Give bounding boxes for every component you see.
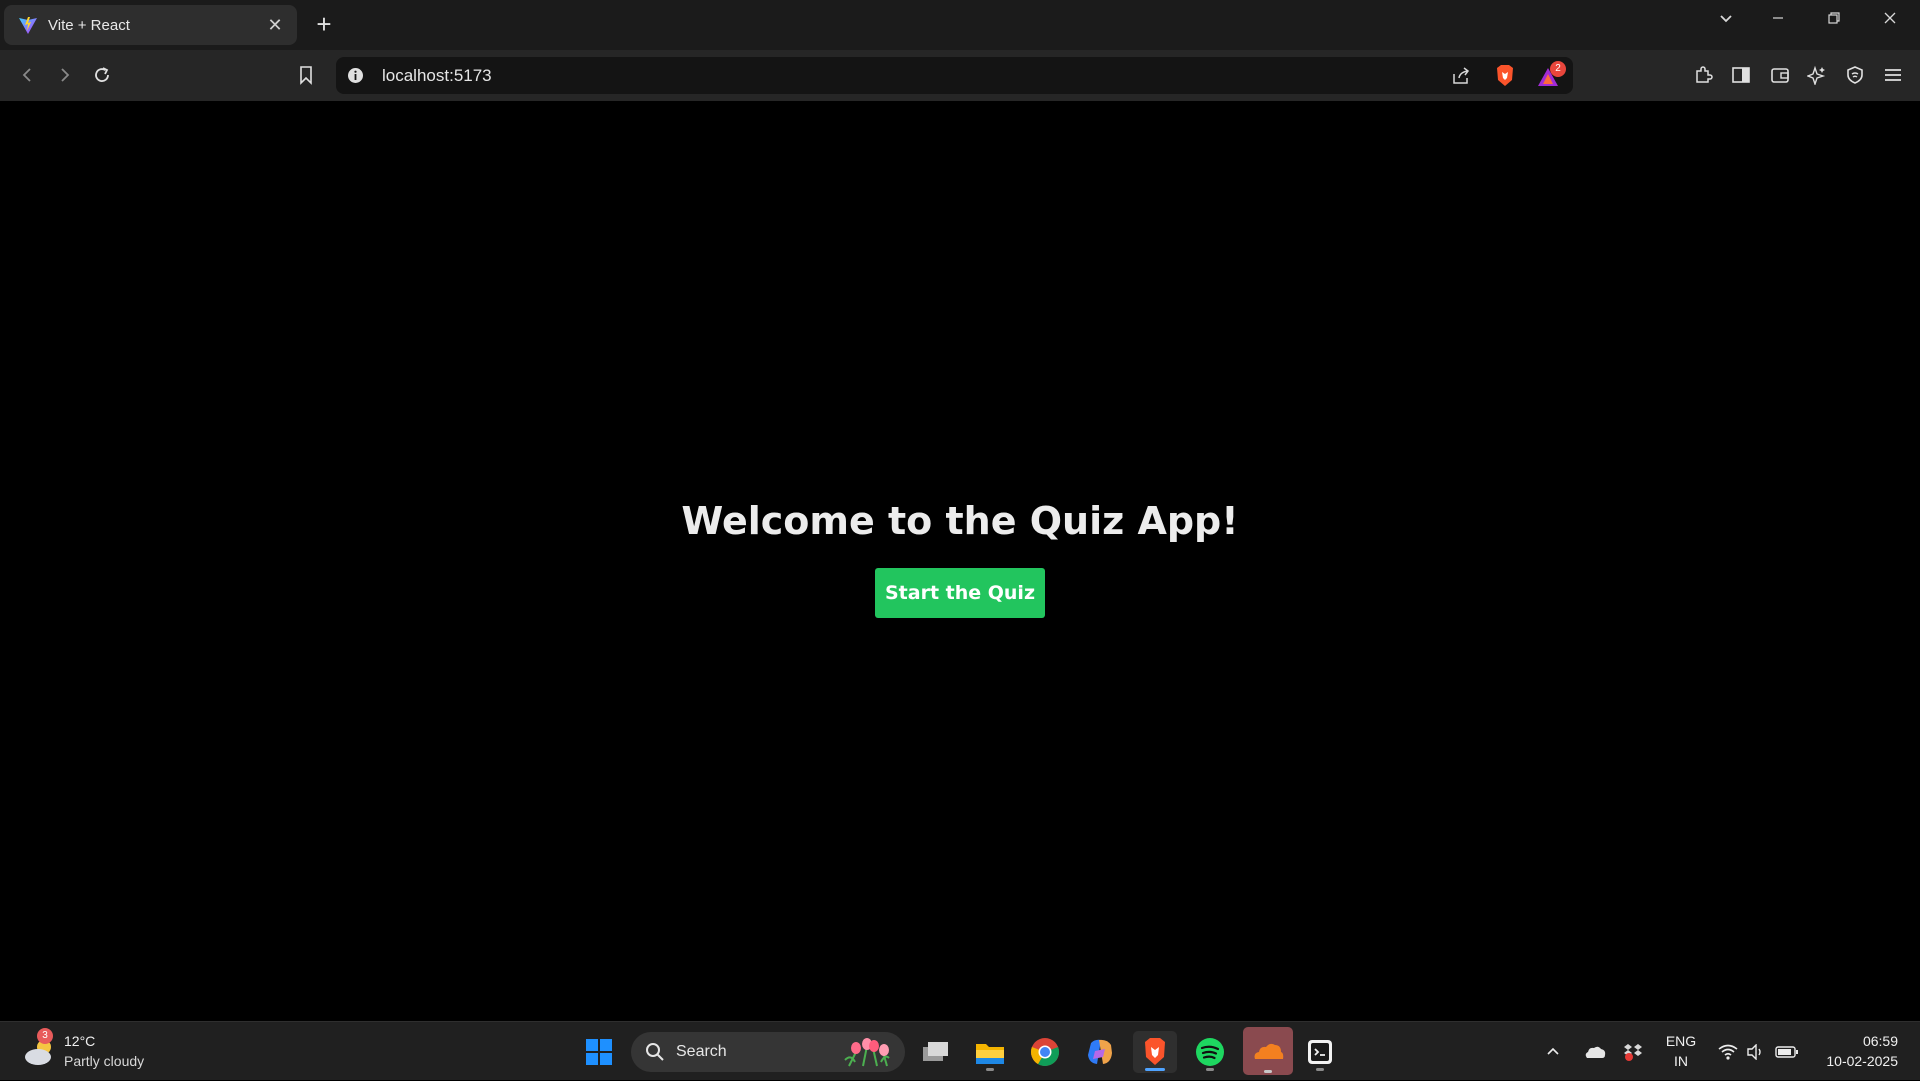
brave-browser-icon[interactable] xyxy=(1133,1031,1177,1073)
browser-toolbar: localhost:5173 2 xyxy=(0,50,1920,101)
browser-tab-active[interactable]: Vite + React ✕ xyxy=(4,5,297,45)
windows-taskbar: 3 12°C Partly cloudy Search ENG IN 06:59… xyxy=(0,1021,1920,1080)
tab-search-chevron-icon[interactable] xyxy=(1706,10,1746,40)
page-viewport: Welcome to the Quiz App! Start the Quiz xyxy=(0,101,1920,1021)
extensions-icon[interactable] xyxy=(1690,62,1716,88)
bookmark-icon[interactable] xyxy=(293,62,319,88)
start-quiz-button[interactable]: Start the Quiz xyxy=(875,568,1045,618)
taskbar-search-box[interactable]: Search xyxy=(631,1032,905,1072)
site-info-icon[interactable] xyxy=(347,67,364,89)
tab-strip: Vite + React ✕ + xyxy=(0,0,1920,50)
volume-icon[interactable] xyxy=(1744,1022,1768,1081)
share-icon[interactable] xyxy=(1450,65,1472,92)
page-heading: Welcome to the Quiz App! xyxy=(681,499,1239,543)
brave-shields-icon[interactable] xyxy=(1494,64,1516,93)
restore-button[interactable] xyxy=(1814,10,1854,40)
minimize-button[interactable] xyxy=(1758,10,1798,40)
close-window-button[interactable] xyxy=(1870,10,1910,40)
sidebar-icon[interactable] xyxy=(1728,62,1754,88)
dropbox-icon[interactable] xyxy=(1621,1022,1645,1081)
language-region: IN xyxy=(1674,1053,1688,1069)
cloudflare-warp-icon[interactable] xyxy=(1243,1027,1293,1075)
onedrive-icon[interactable] xyxy=(1583,1022,1607,1081)
leo-ai-icon[interactable] xyxy=(1804,62,1830,88)
file-explorer-icon[interactable] xyxy=(968,1031,1012,1073)
clock-time: 06:59 xyxy=(1862,1033,1898,1049)
tulips-icon xyxy=(844,1038,890,1067)
back-icon[interactable] xyxy=(14,62,40,88)
reload-icon[interactable] xyxy=(89,62,115,88)
tab-title: Vite + React xyxy=(48,16,130,34)
battery-icon[interactable] xyxy=(1774,1022,1800,1081)
spotify-icon[interactable] xyxy=(1188,1031,1232,1073)
search-icon xyxy=(646,1043,664,1061)
hero-section: Welcome to the Quiz App! xyxy=(0,499,1920,543)
clock-date: 10-02-2025 xyxy=(1826,1053,1898,1069)
menu-icon[interactable] xyxy=(1880,62,1906,88)
vite-logo-icon xyxy=(19,17,37,34)
vpn-shield-icon[interactable] xyxy=(1842,62,1868,88)
rewards-badge: 2 xyxy=(1550,61,1566,77)
language-code: ENG xyxy=(1665,1033,1697,1049)
weather-badge: 3 xyxy=(37,1028,53,1044)
system-clock[interactable]: 06:59 10-02-2025 xyxy=(1808,1031,1898,1071)
wifi-icon[interactable] xyxy=(1716,1022,1740,1081)
address-bar[interactable]: localhost:5173 2 xyxy=(336,57,1573,94)
chrome-icon[interactable] xyxy=(1023,1031,1067,1073)
brave-rewards-icon[interactable]: 2 xyxy=(1536,61,1566,89)
forward-icon[interactable] xyxy=(52,62,78,88)
copilot-icon[interactable] xyxy=(1078,1031,1122,1073)
task-view-icon[interactable] xyxy=(914,1031,958,1073)
start-menu-icon[interactable] xyxy=(577,1031,621,1073)
weather-condition: Partly cloudy xyxy=(64,1053,145,1069)
url-text: localhost:5173 xyxy=(382,66,492,85)
weather-temperature: 12°C xyxy=(64,1033,96,1049)
new-tab-button[interactable]: + xyxy=(312,10,336,40)
search-label: Search xyxy=(676,1043,727,1060)
wallet-icon[interactable] xyxy=(1767,62,1793,88)
weather-widget[interactable]: 3 12°C Partly cloudy xyxy=(22,1028,172,1074)
show-hidden-icons-chevron-icon[interactable] xyxy=(1543,1022,1563,1081)
tab-close-icon[interactable]: ✕ xyxy=(263,15,287,36)
input-language-indicator[interactable]: ENG IN xyxy=(1660,1031,1702,1071)
terminal-app-icon[interactable] xyxy=(1298,1031,1342,1073)
